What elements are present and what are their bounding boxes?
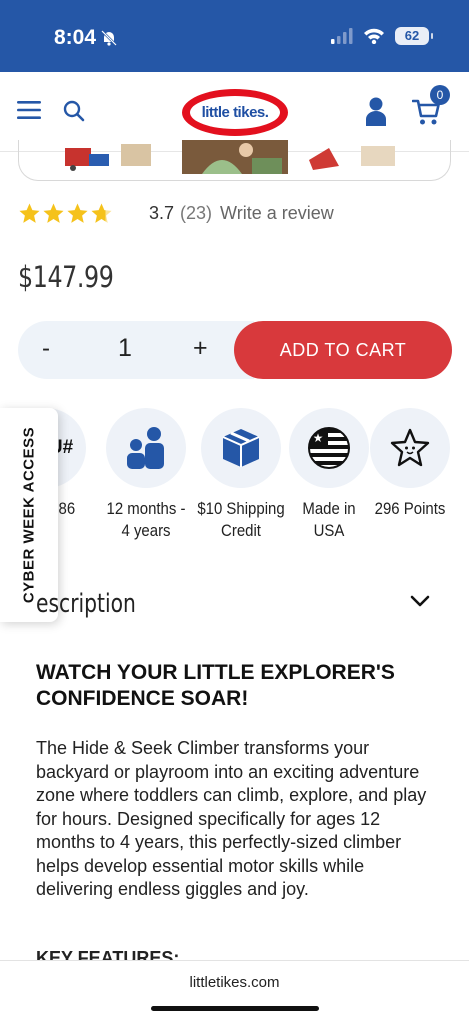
clock: 8:04 [54,26,97,49]
account-icon[interactable] [365,97,387,127]
product-thumbnail[interactable] [305,140,405,174]
search-icon[interactable] [63,100,85,122]
home-indicator[interactable] [151,1006,319,1011]
status-bar: 8:04 62 [0,0,469,72]
feature-label: 296 Points [374,499,446,518]
status-time: 8:04 [54,26,118,50]
cart-count-badge: 0 [430,85,450,105]
description-body: The Hide & Seek Climber transforms your … [36,738,427,899]
url-text[interactable]: littletikes.com [0,974,469,991]
product-image-carousel[interactable] [18,140,451,181]
product-thumbnail[interactable] [182,140,288,174]
battery-icon: 62 [395,27,433,45]
shipping-box-icon [201,408,281,488]
bell-slash-icon [101,30,117,46]
feature-label: $10 Shipping Credit [197,499,285,540]
rating-count[interactable]: (23) [180,203,212,224]
purchase-controls: - 1 + ADD TO CART [18,321,452,379]
logo-text: little tikes. [190,96,280,129]
star-icon [43,203,64,223]
wifi-icon [364,28,384,44]
key-features-heading: KEY FEATURES: [36,948,180,960]
feature-points: 296 Points [360,408,460,520]
write-review-link[interactable]: Write a review [220,203,334,224]
add-to-cart-button[interactable]: ADD TO CART [234,321,452,379]
feature-age: 12 months - 4 years [96,408,196,542]
age-icon [106,408,186,488]
quantity-stepper: - 1 + [18,321,254,379]
star-icon [67,203,88,223]
logo[interactable]: little tikes. [182,89,288,136]
star-points-icon [370,408,450,488]
cart-icon[interactable]: 0 [412,85,450,127]
signal-icon [331,28,353,44]
description-heading[interactable]: escription [36,589,136,619]
product-highlights: U# 286 12 months - 4 years $10 Shipping … [0,408,469,558]
star-half-icon [91,203,112,223]
product-price: $147.99 [18,260,114,294]
increase-quantity-button[interactable]: + [193,334,208,363]
feature-label: 12 months - 4 years [106,499,186,540]
description-title: WATCH YOUR LITTLE EXPLORER'S CONFIDENCE … [36,661,395,710]
chevron-down-icon[interactable] [410,594,430,613]
cyber-week-label: CYBER WEEK ACCESS [20,426,38,604]
browser-address-bar: littletikes.com [0,960,469,1020]
rating-stars [18,202,113,225]
quantity-value[interactable]: 1 [118,334,132,363]
menu-icon[interactable] [17,100,41,120]
star-icon [19,203,40,223]
product-thumbnail[interactable] [59,140,159,174]
rating-value: 3.7 [149,203,175,223]
decrease-quantity-button[interactable]: - [42,335,50,363]
usa-flag-icon: ★ [289,408,369,488]
feature-shipping: $10 Shipping Credit [191,408,291,542]
product-rating: 3.7 (23) Write a review [18,202,334,225]
